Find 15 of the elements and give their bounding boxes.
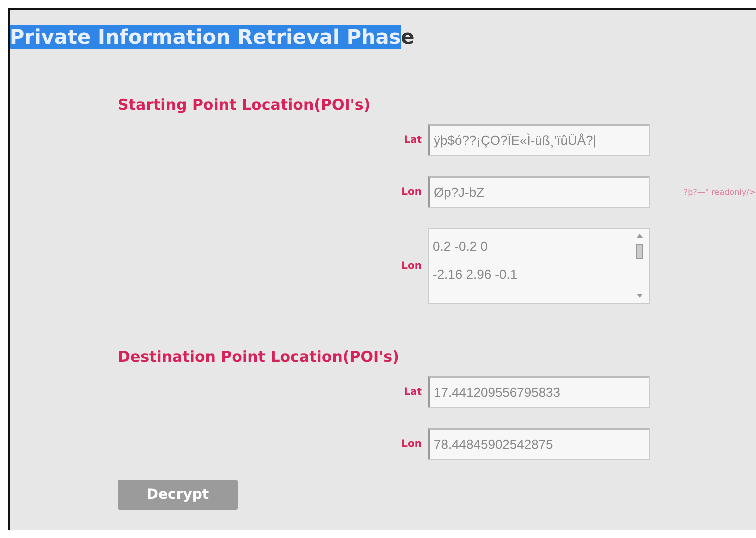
field-label: Lon [400, 438, 423, 450]
input-field[interactable]: ÿþ$ó??¡ÇO?ÏE«Ì-üß¸'ïûÜÅ?| [428, 124, 650, 156]
field-label: Lon [400, 260, 423, 272]
page-title: Private Information Retrieval Phase [10, 24, 416, 51]
input-field[interactable]: 17.441209556795833 [428, 376, 650, 408]
input-field[interactable]: Øp?J-bZ [428, 176, 650, 208]
section-heading: Destination Point Location(POI's) [118, 348, 400, 366]
decrypt-button[interactable]: Decrypt [118, 480, 238, 510]
stray-markup-text: ?þ?—" readonly/> [684, 188, 756, 196]
field-label: Lon [400, 186, 423, 198]
field-label: Lat [403, 134, 423, 146]
text-area[interactable]: 0.2 -0.2 0 -2.16 2.96 -0.1 [428, 228, 650, 304]
section-heading: Starting Point Location(POI's) [118, 96, 372, 114]
input-field[interactable]: 78.44845902542875 [428, 428, 650, 460]
field-label: Lat [403, 386, 423, 398]
